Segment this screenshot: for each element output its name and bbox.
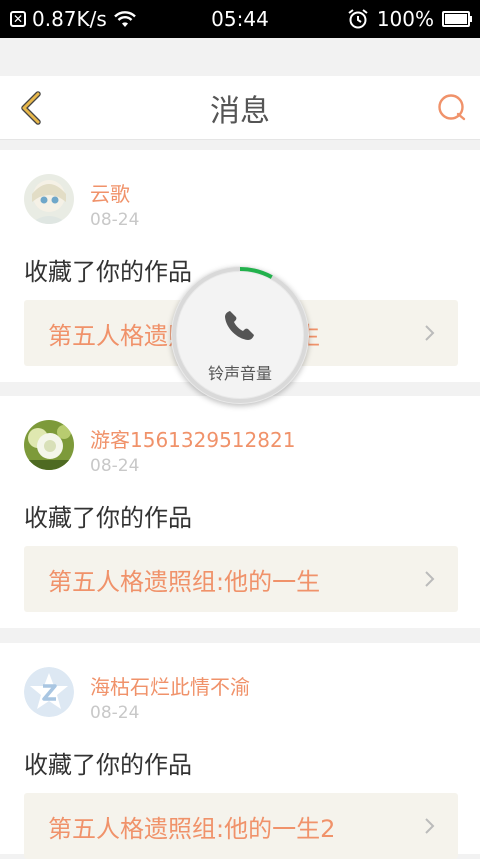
notification-icon: ✕	[10, 11, 26, 27]
work-title: 第五人格遗照组:他的一生	[48, 567, 321, 596]
nav-bar: 消息	[0, 76, 480, 140]
avatar[interactable]	[24, 667, 74, 717]
page-title: 消息	[210, 93, 270, 129]
message-date: 08-24	[90, 703, 140, 723]
volume-level-arc	[239, 267, 273, 279]
message-card: 海枯石烂此情不渝 08-24 收藏了你的作品 第五人格遗照组:他的一生2	[0, 643, 480, 859]
battery-fill	[445, 14, 467, 24]
avatar[interactable]	[24, 420, 74, 470]
status-right: 100%	[347, 7, 472, 31]
network-speed: 0.87K/s	[32, 7, 107, 31]
alarm-icon	[348, 9, 368, 29]
wifi-icon	[113, 11, 136, 27]
chevron-right-icon	[425, 818, 435, 834]
back-button[interactable]	[14, 90, 50, 126]
user-name[interactable]: 海枯石烂此情不渝	[90, 671, 250, 700]
chevron-right-icon	[425, 571, 435, 587]
chevron-right-icon	[425, 325, 435, 341]
status-left: ✕ 0.87K/s	[10, 7, 137, 31]
user-name[interactable]: 游客1561329512821	[90, 424, 295, 453]
battery-percent: 100%	[376, 7, 434, 31]
status-bar: ✕ 0.87K/s 05:44 100%	[0, 0, 480, 38]
message-date: 08-24	[90, 210, 140, 230]
search-icon[interactable]	[436, 92, 468, 124]
work-title: 第五人格遗照组:他的一生2	[48, 814, 336, 843]
message-action: 收藏了你的作品	[24, 258, 192, 286]
message-card: 游客1561329512821 08-24 收藏了你的作品 第五人格遗照组:他的…	[0, 396, 480, 628]
top-spacer	[0, 38, 480, 74]
avatar[interactable]	[24, 174, 74, 224]
phone-icon	[225, 311, 254, 340]
user-name[interactable]: 云歌	[90, 178, 130, 207]
volume-label: 铃声音量	[207, 364, 272, 383]
message-date: 08-24	[90, 456, 140, 476]
volume-overlay: 铃声音量	[171, 266, 309, 404]
message-action: 收藏了你的作品	[24, 504, 192, 532]
work-link[interactable]: 第五人格遗照组:他的一生	[24, 546, 458, 612]
message-action: 收藏了你的作品	[24, 751, 192, 779]
battery-icon	[442, 11, 472, 27]
work-link[interactable]: 第五人格遗照组:他的一生2	[24, 793, 458, 859]
